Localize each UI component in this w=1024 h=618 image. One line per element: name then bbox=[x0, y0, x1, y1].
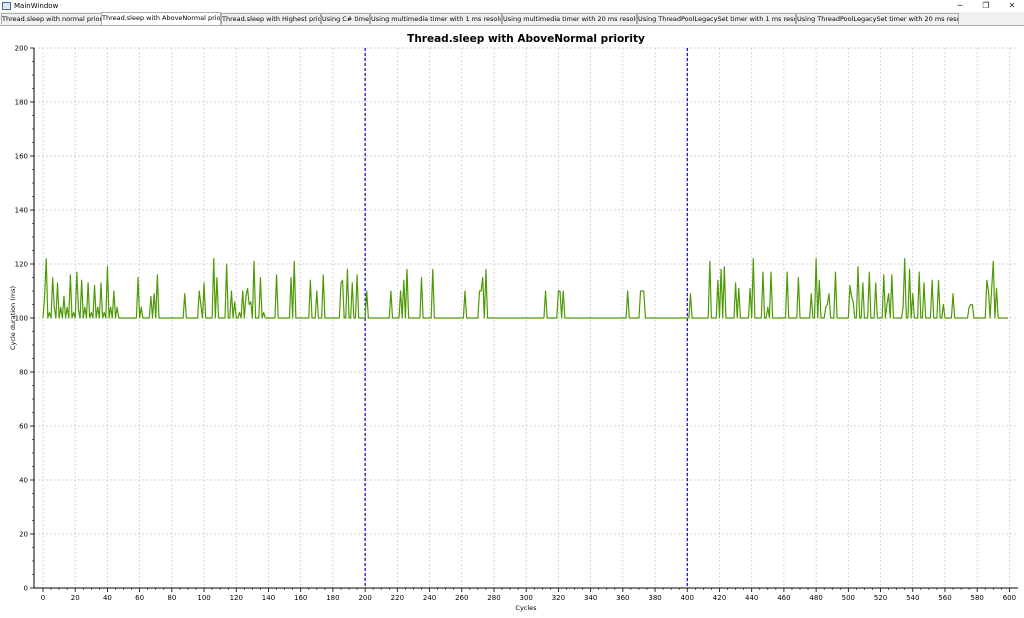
x-tick-label: 480 bbox=[809, 594, 822, 602]
y-axis-label: Cycle duration (ms) bbox=[9, 286, 17, 350]
x-axis-label: Cycles bbox=[515, 604, 537, 612]
y-tick-label: 80 bbox=[19, 369, 28, 377]
window-title: MainWindow bbox=[14, 2, 59, 10]
tab-multimedia-20ms[interactable]: Using multimedia timer with 20 ms resolu… bbox=[502, 13, 637, 24]
x-tick-label: 340 bbox=[584, 594, 597, 602]
x-tick-label: 180 bbox=[326, 594, 339, 602]
x-tick-label: 140 bbox=[262, 594, 275, 602]
x-tick-label: 0 bbox=[41, 594, 45, 602]
y-tick-label: 60 bbox=[19, 423, 28, 431]
tab-content: 0 20 40 60 80 100 120 140 160 180 200 0 20 40 60 80 100 1… bbox=[0, 25, 1024, 618]
y-tick-label: 40 bbox=[19, 477, 28, 485]
x-tick-label: 40 bbox=[103, 594, 112, 602]
minimize-button[interactable]: ─ bbox=[951, 0, 969, 12]
y-tick-label: 20 bbox=[19, 531, 28, 539]
x-tick-label: 580 bbox=[970, 594, 983, 602]
x-tick-label: 380 bbox=[648, 594, 661, 602]
x-tick-label: 400 bbox=[681, 594, 694, 602]
tab-csharp-timer[interactable]: Using C# timer bbox=[321, 13, 370, 24]
x-tick-label: 440 bbox=[745, 594, 758, 602]
tab-strip: Thread.sleep with normal priority Thread… bbox=[0, 12, 1024, 25]
tab-thread-sleep-normal[interactable]: Thread.sleep with normal priority bbox=[1, 13, 102, 24]
x-tick-label: 460 bbox=[777, 594, 790, 602]
cycle-duration-chart: 0204060801001201401601802000 20 40 60 80 100 1… bbox=[9, 33, 1018, 612]
tab-thread-sleep-abovenormal[interactable]: Thread.sleep with AboveNormal priority bbox=[101, 12, 221, 25]
x-tick-label: 60 bbox=[135, 594, 144, 602]
series-line bbox=[42, 258, 1008, 319]
x-tick-label: 560 bbox=[938, 594, 951, 602]
y-tick-label: 180 bbox=[15, 99, 28, 107]
x-tick-label: 80 bbox=[167, 594, 176, 602]
x-tick-label: 220 bbox=[391, 594, 404, 602]
x-tick-label: 240 bbox=[423, 594, 436, 602]
x-tick-label: 600 bbox=[1003, 594, 1016, 602]
tab-threadpool-1ms[interactable]: Using ThreadPoolLegacySet timer with 1 m… bbox=[637, 13, 796, 24]
x-tick-label: 120 bbox=[230, 594, 243, 602]
tab-threadpool-20ms[interactable]: Using ThreadPoolLegacySet timer with 20 … bbox=[796, 13, 959, 24]
x-tick-label: 360 bbox=[616, 594, 629, 602]
y-tick-label: 120 bbox=[15, 261, 28, 269]
x-tick-label: 500 bbox=[842, 594, 855, 602]
x-tick-label: 160 bbox=[294, 594, 307, 602]
title-bar: MainWindow ─ ❐ ✕ bbox=[0, 0, 1024, 12]
x-tick-label: 260 bbox=[455, 594, 468, 602]
axes: 0204060801001201401601802000 20 40 60 80 100 1… bbox=[15, 45, 1018, 602]
x-tick-label: 300 bbox=[520, 594, 533, 602]
x-tick-label: 280 bbox=[487, 594, 500, 602]
x-tick-label: 320 bbox=[552, 594, 565, 602]
y-tick-label: 160 bbox=[15, 153, 28, 161]
y-tick-label: 0 bbox=[24, 585, 28, 593]
y-tick-label: 140 bbox=[15, 207, 28, 215]
tab-multimedia-1ms[interactable]: Using multimedia timer with 1 ms resolut… bbox=[370, 13, 502, 24]
x-tick-label: 520 bbox=[874, 594, 887, 602]
close-button[interactable]: ✕ bbox=[1003, 0, 1021, 12]
x-tick-label: 420 bbox=[713, 594, 726, 602]
chart-title: Thread.sleep with AboveNormal priority bbox=[407, 33, 645, 45]
tab-thread-sleep-highest[interactable]: Thread.sleep with Highest priority bbox=[221, 13, 321, 24]
x-tick-label: 100 bbox=[197, 594, 210, 602]
app-window-icon bbox=[2, 2, 11, 10]
x-tick-label: 20 bbox=[71, 594, 80, 602]
maximize-button[interactable]: ❐ bbox=[977, 0, 995, 12]
x-tick-label: 540 bbox=[906, 594, 919, 602]
y-tick-label: 200 bbox=[15, 45, 28, 53]
x-tick-label: 200 bbox=[358, 594, 371, 602]
